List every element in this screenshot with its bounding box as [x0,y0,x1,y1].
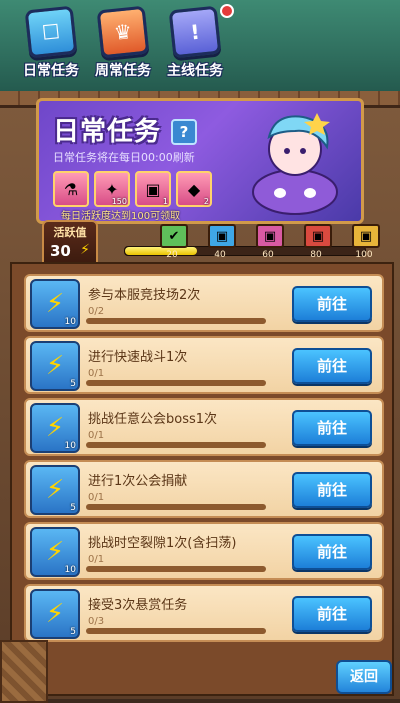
scroll-icon[interactable]: ✦ 150 [94,171,130,207]
activity-label: 活跃值 [53,226,87,239]
task-progress: 0/3 [88,616,105,627]
bolt-icon: ⚡ [80,242,90,258]
go-button[interactable]: 前往 [292,534,372,570]
cube-face-icon: ☐ [24,5,78,59]
task-progress-bar [86,442,266,448]
red-chest-icon[interactable]: ▣ [304,224,332,248]
reward-count: 2 [203,197,209,206]
milestone-value: 40 [214,250,226,260]
activity-bar: 活跃值 30 ⚡ ✔ 20 ▣ 40 ▣ 60 ▣ 80 ▣ 100 [20,220,380,268]
task-reward-amount: 5 [70,627,76,637]
task-progress: 0/1 [88,368,105,379]
task-reward-amount: 5 [70,503,76,513]
task-progress-bar [86,318,266,324]
daily-banner: 日常任务 ? 日常任务将在每日00:00刷新 ⚗ ✦ 150 ▣ 1 ◆ 2 每日活跃… [36,98,364,224]
tab-main-label: 主线任务 [167,63,223,79]
task-progress: 0/1 [88,430,105,441]
tab-main[interactable]: ! 主线任务 [162,5,228,79]
exclamation-scroll-icon: ! [168,5,222,59]
task-row: ⚡ 10 参与本服竞技场2次 0/2 前往 [24,274,384,332]
task-row: ⚡ 5 进行快速战斗1次 0/1 前往 [24,336,384,394]
task-name: 挑战任意公会boss1次 [88,412,218,427]
task-list[interactable]: ⚡ 10 参与本服竞技场2次 0/2 前往 ⚡ 5 进行快速战斗1次 0/1 前往 ⚡ 10 挑战任意公… [10,262,394,696]
task-progress-bar [86,380,266,386]
milestone-value: 60 [262,250,274,260]
milestone-value: 100 [355,250,373,260]
lightning-icon: ⚡ 10 [30,527,80,577]
reward-list: ⚗ ✦ 150 ▣ 1 ◆ 2 [53,171,212,207]
go-button[interactable]: 前往 [292,596,372,632]
task-progress-bar [86,504,266,510]
task-name: 进行1次公会捐献 [88,474,188,489]
banner-title: 日常任务 [53,117,162,147]
notification-dot [220,4,234,18]
task-progress: 0/1 [88,554,105,565]
go-button[interactable]: 前往 [292,286,372,322]
task-row: ⚡ 5 进行1次公会捐献 0/1 前往 [24,460,384,518]
potion-icon[interactable]: ⚗ [53,171,89,207]
task-reward-amount: 5 [70,379,76,389]
checkmark-chest-icon[interactable]: ✔ [160,224,188,248]
chest-icon[interactable]: ▣ 1 [135,171,171,207]
milestone-value: 80 [310,250,322,260]
tab-daily-label: 日常任务 [23,63,79,79]
task-progress-bar [86,628,266,634]
task-progress: 0/2 [88,306,105,317]
task-name: 挑战时空裂隙1次(含扫荡) [88,536,237,551]
tab-daily[interactable]: ☐ 日常任务 [18,5,84,79]
activity-badge: 活跃值 30 ⚡ [42,220,98,268]
task-reward-amount: 10 [64,565,76,575]
top-roof: ☐ 日常任务 ♛ 周常任务 ! 主线任务 [0,0,400,108]
task-reward-amount: 10 [64,441,76,451]
tab-weekly-label: 周常任务 [95,63,151,79]
lightning-icon: ⚡ 5 [30,341,80,391]
task-reward-amount: 10 [64,317,76,327]
gem-icon[interactable]: ◆ 2 [176,171,212,207]
task-name: 接受3次悬赏任务 [88,598,188,613]
task-row: ⚡ 5 接受3次悬赏任务 0/3 前往 [24,584,384,642]
go-button[interactable]: 前往 [292,348,372,384]
tab-weekly[interactable]: ♛ 周常任务 [90,5,156,79]
task-row: ⚡ 10 挑战时空裂隙1次(含扫荡) 0/1 前往 [24,522,384,580]
milestone-value: 20 [166,250,178,260]
pink-chest-icon[interactable]: ▣ [256,224,284,248]
reward-count: 150 [111,197,127,206]
task-row: ⚡ 10 挑战任意公会boss1次 0/1 前往 [24,398,384,456]
task-name: 参与本服竞技场2次 [88,288,201,303]
task-progress-bar [86,566,266,572]
gold-chest-icon[interactable]: ▣ [352,224,380,248]
wooden-crate [0,640,48,703]
lightning-icon: ⚡ 10 [30,279,80,329]
mascot-character [252,113,338,215]
lightning-icon: ⚡ 5 [30,589,80,639]
back-button[interactable]: 返回 [336,660,392,694]
task-tabs: ☐ 日常任务 ♛ 周常任务 ! 主线任务 [18,5,228,79]
lightning-icon: ⚡ 5 [30,465,80,515]
lightning-icon: ⚡ 10 [30,403,80,453]
go-button[interactable]: 前往 [292,472,372,508]
go-button[interactable]: 前往 [292,410,372,446]
blue-chest-icon[interactable]: ▣ [208,224,236,248]
task-progress: 0/1 [88,492,105,503]
reward-count: 1 [162,197,168,206]
task-name: 进行快速战斗1次 [88,350,188,365]
activity-value: 30 [50,242,71,260]
refresh-info: 日常任务将在每日00:00刷新 [53,151,195,164]
crown-face-icon: ♛ [96,5,150,59]
help-button[interactable]: ? [171,119,197,145]
